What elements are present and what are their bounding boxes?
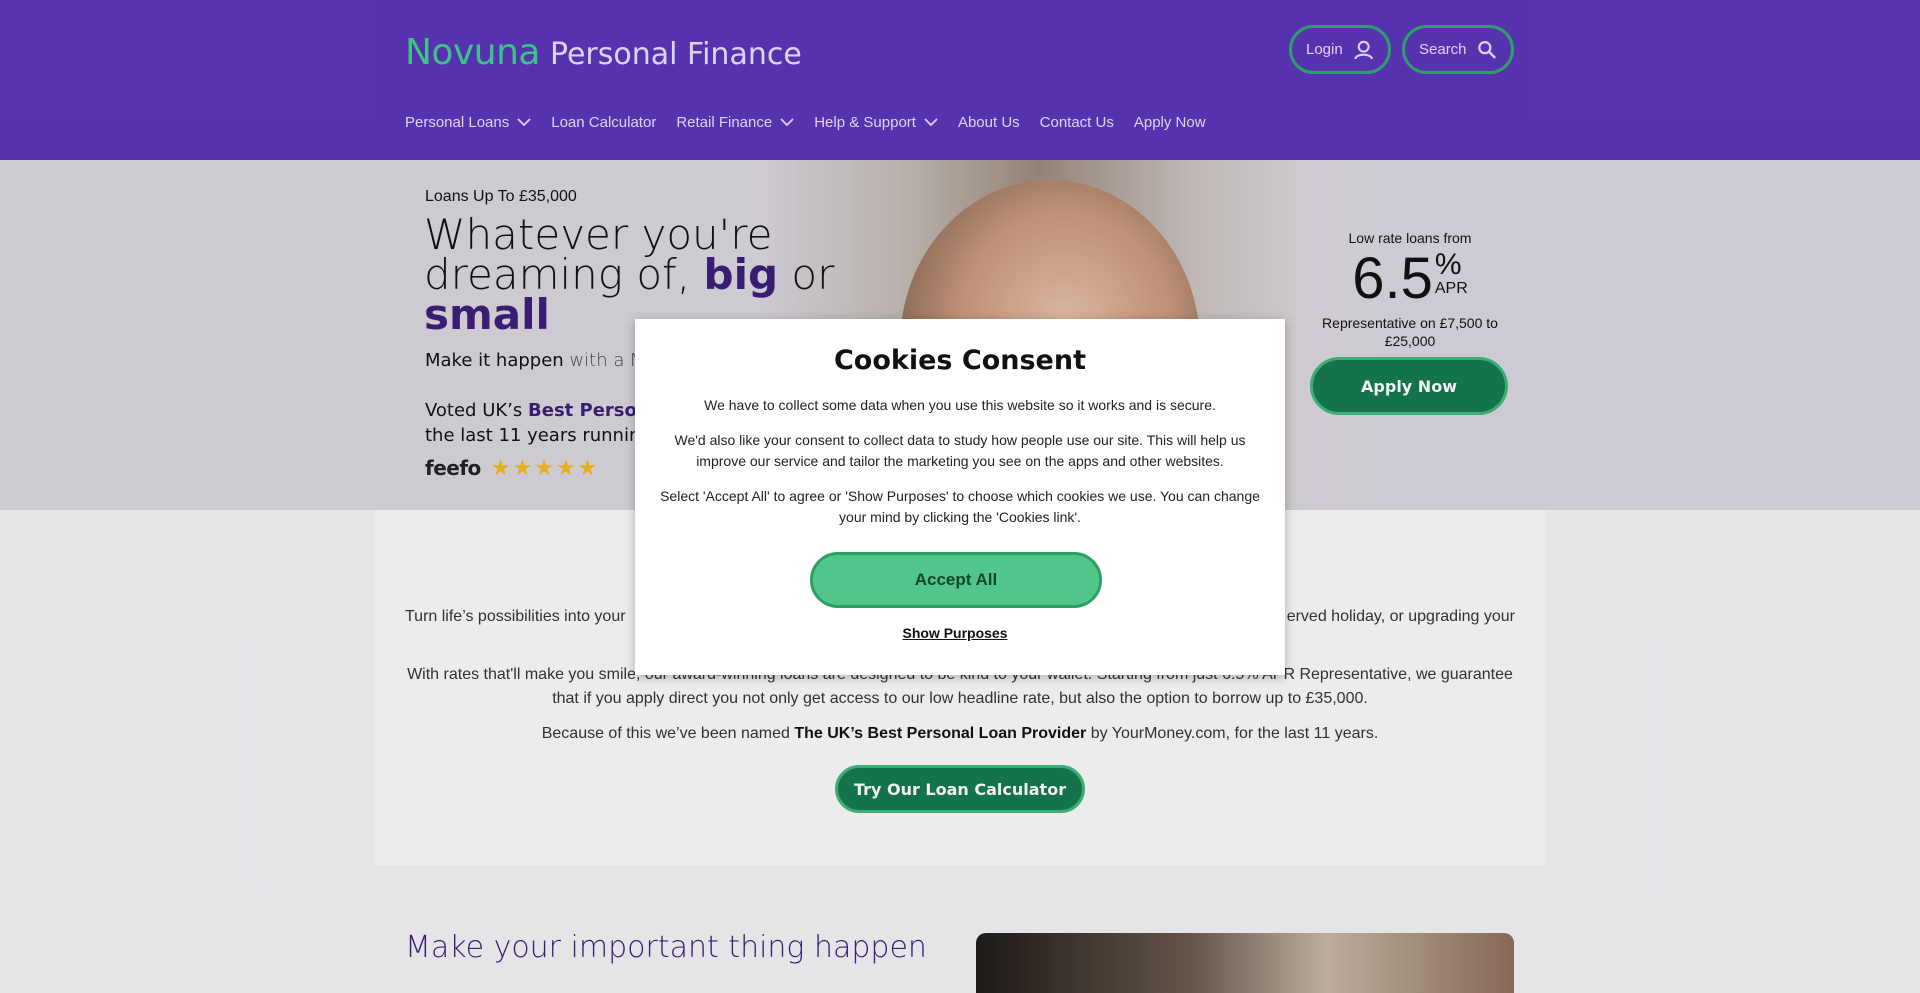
cookie-consent-modal: Cookies Consent We have to collect some … — [635, 319, 1285, 675]
show-purposes-link[interactable]: Show Purposes — [635, 625, 1275, 641]
cookie-text-2: We'd also like your consent to collect d… — [674, 432, 1246, 469]
cookie-modal-title: Cookies Consent — [833, 345, 1086, 376]
cookie-text-3: Select 'Accept All' to agree or 'Show Pu… — [660, 488, 1260, 525]
accept-all-button[interactable]: Accept All — [810, 552, 1102, 608]
cookie-text-1: We have to collect some data when you us… — [704, 397, 1216, 413]
